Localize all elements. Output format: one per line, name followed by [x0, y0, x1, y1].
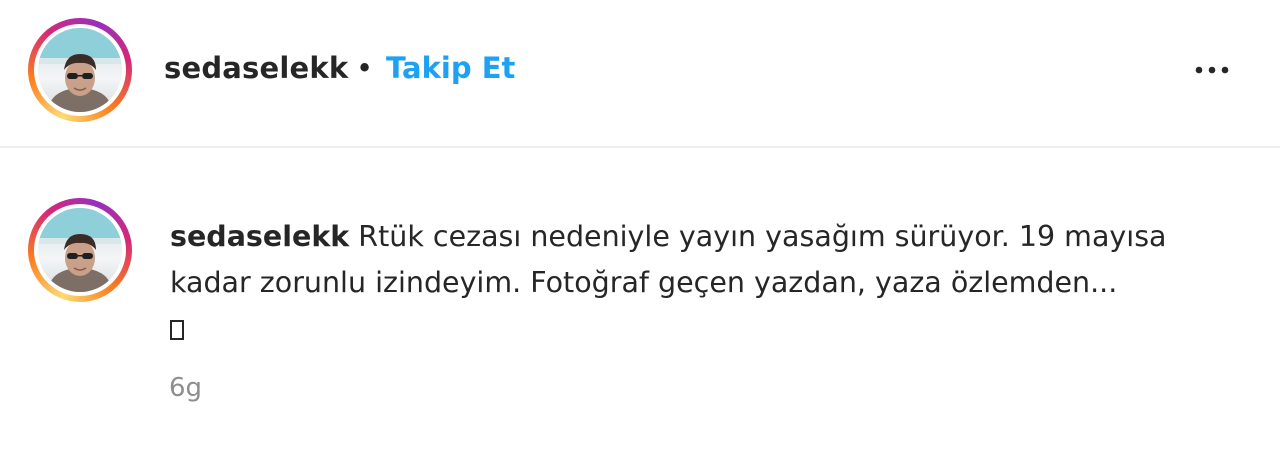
post-author-username[interactable]: sedaselekk — [164, 48, 348, 88]
post-caption: sedaselekk Rtük cezası nedeniyle yayın y… — [170, 214, 1250, 352]
missing-glyph-icon — [170, 320, 184, 340]
avatar-photo — [38, 28, 122, 112]
caption-avatar[interactable] — [28, 198, 132, 302]
avatar-photo — [38, 208, 122, 292]
more-horizontal-icon — [1195, 66, 1229, 74]
caption-username[interactable]: sedaselekk — [170, 220, 349, 253]
caption-text-line2: kadar zorunlu izindeyim. Fotoğraf geçen … — [170, 266, 1118, 299]
post-timestamp[interactable]: 6g — [169, 368, 202, 408]
more-options-button[interactable] — [1188, 48, 1236, 92]
header-separator: • — [356, 51, 374, 85]
post-header: sedaselekk • Takip Et — [0, 0, 1280, 148]
caption-text-line1: Rtük cezası nedeniyle yayın yasağım sürü… — [358, 220, 1167, 253]
profile-avatar[interactable] — [28, 18, 132, 122]
follow-button[interactable]: Takip Et — [386, 48, 515, 88]
